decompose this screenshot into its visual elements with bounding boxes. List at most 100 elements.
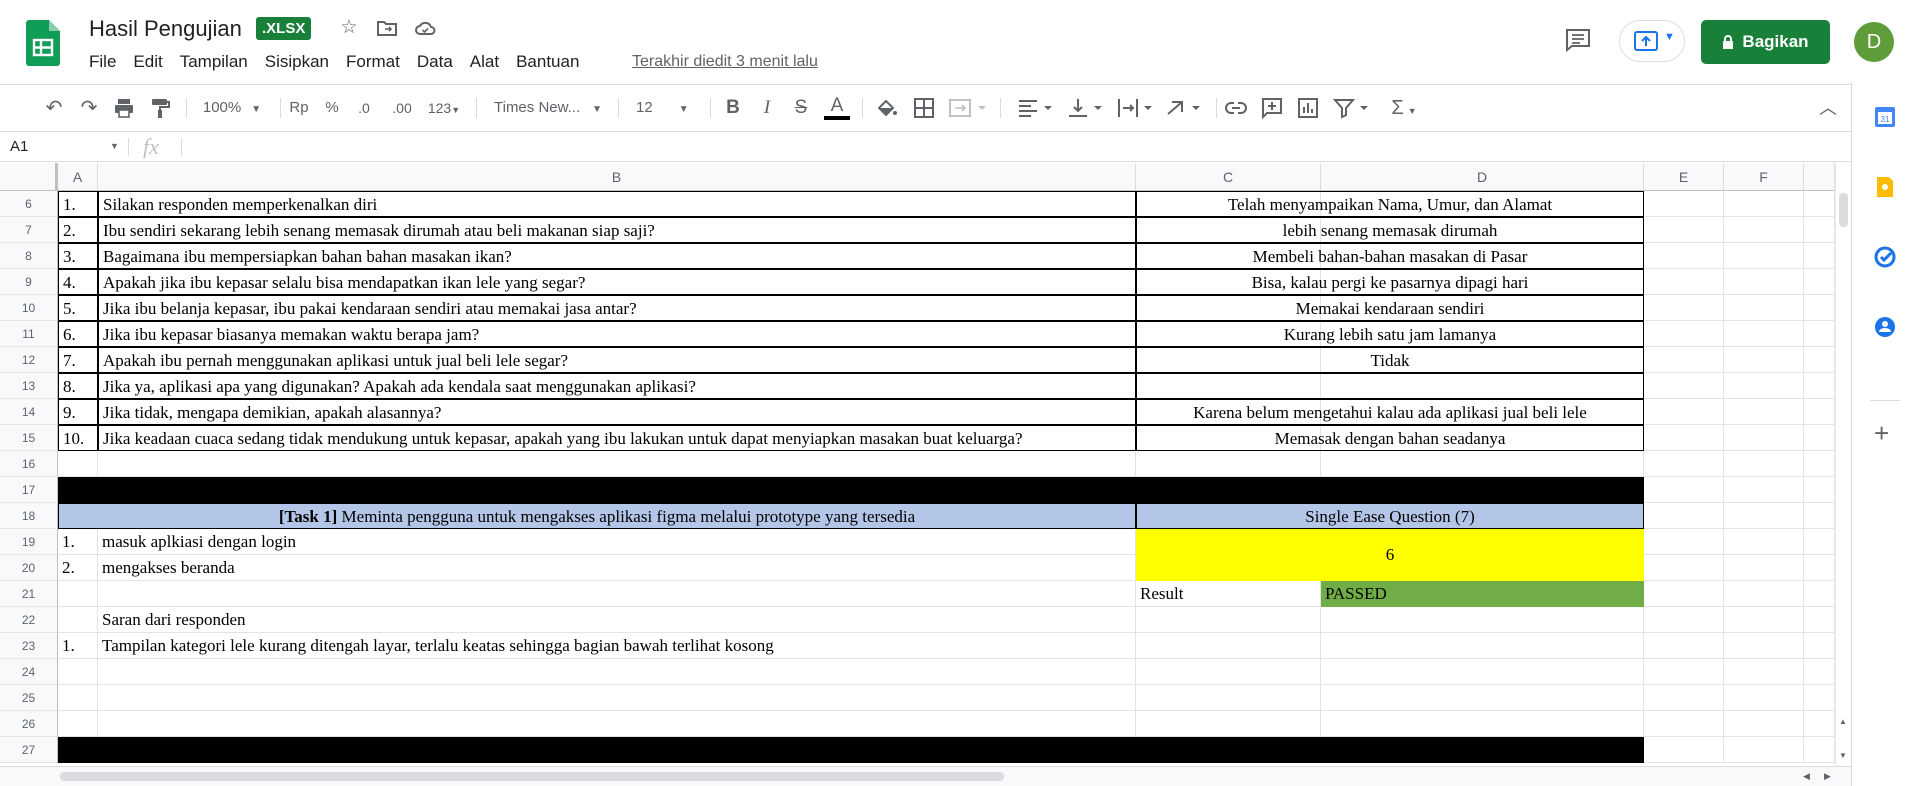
- menu-insert[interactable]: Sisipkan: [265, 52, 329, 72]
- row-header[interactable]: 19: [0, 529, 58, 555]
- font-size-select[interactable]: 12 ▼: [636, 96, 702, 120]
- tasks-icon[interactable]: [1874, 246, 1896, 268]
- row-header[interactable]: 25: [0, 685, 58, 711]
- row-header[interactable]: 13: [0, 373, 58, 399]
- text-color-button[interactable]: A: [824, 96, 850, 120]
- paint-format-icon[interactable]: [147, 96, 171, 120]
- sheets-logo-icon[interactable]: [26, 20, 60, 66]
- row-header[interactable]: 8: [0, 243, 58, 269]
- column-header-d[interactable]: D: [1321, 163, 1644, 191]
- menu-format[interactable]: Format: [346, 52, 400, 72]
- filter-icon[interactable]: [1332, 96, 1372, 120]
- horizontal-scroll-thumb[interactable]: [60, 772, 1004, 781]
- horizontal-align-icon[interactable]: [1016, 96, 1056, 120]
- question-number-cell[interactable]: 2.: [58, 217, 98, 243]
- answer-cell[interactable]: Bisa, kalau pergi ke pasarnya dipagi har…: [1136, 269, 1644, 295]
- row-header[interactable]: 27: [0, 737, 58, 763]
- column-header-c[interactable]: C: [1136, 163, 1321, 191]
- vertical-align-icon[interactable]: [1066, 96, 1106, 120]
- print-icon[interactable]: [112, 96, 136, 120]
- row-header[interactable]: 22: [0, 607, 58, 633]
- question-number-cell[interactable]: 8.: [58, 373, 98, 399]
- row-header[interactable]: 18: [0, 503, 58, 529]
- undo-icon[interactable]: ↶: [42, 96, 66, 120]
- font-family-select[interactable]: Times New... ▼: [494, 96, 608, 120]
- column-header-e[interactable]: E: [1644, 163, 1724, 191]
- text-rotation-icon[interactable]: [1164, 96, 1204, 120]
- more-formats-button[interactable]: 123▼: [424, 96, 464, 120]
- row-header[interactable]: 21: [0, 581, 58, 607]
- answer-cell[interactable]: Tidak: [1136, 347, 1644, 373]
- feedback-number-cell[interactable]: 1.: [58, 633, 98, 659]
- question-cell[interactable]: Ibu sendiri sekarang lebih senang memasa…: [98, 217, 1136, 243]
- question-number-cell[interactable]: 9.: [58, 399, 98, 425]
- share-button[interactable]: Bagikan: [1701, 20, 1830, 64]
- percent-format-button[interactable]: %: [322, 96, 342, 120]
- scroll-up-icon[interactable]: ▲: [1839, 717, 1847, 726]
- keep-notes-icon[interactable]: [1874, 176, 1896, 198]
- calendar-icon[interactable]: 31: [1874, 106, 1896, 128]
- row-header[interactable]: 12: [0, 347, 58, 373]
- redo-icon[interactable]: ↷: [77, 96, 101, 120]
- italic-button[interactable]: I: [756, 96, 778, 120]
- question-number-cell[interactable]: 5.: [58, 295, 98, 321]
- question-number-cell[interactable]: 1.: [58, 191, 98, 217]
- text-wrapping-icon[interactable]: [1116, 96, 1156, 120]
- row-header[interactable]: 9: [0, 269, 58, 295]
- vertical-scroll-thumb[interactable]: [1839, 193, 1848, 227]
- star-icon[interactable]: ☆: [337, 16, 361, 40]
- answer-cell[interactable]: Memasak dengan bahan seadanya: [1136, 425, 1644, 451]
- answer-cell[interactable]: Karena belum mengetahui kalau ada aplika…: [1136, 399, 1644, 425]
- row-header[interactable]: 20: [0, 555, 58, 581]
- question-cell[interactable]: Jika ya, aplikasi apa yang digunakan? Ap…: [98, 373, 1136, 399]
- insert-comment-icon[interactable]: [1260, 96, 1284, 120]
- seq-header-cell[interactable]: Single Ease Question (7): [1136, 503, 1644, 529]
- scroll-right-icon[interactable]: ▶: [1824, 771, 1831, 782]
- menu-help[interactable]: Bantuan: [516, 52, 579, 72]
- column-header-b[interactable]: B: [98, 163, 1136, 191]
- row-header[interactable]: 16: [0, 451, 58, 477]
- horizontal-scrollbar[interactable]: ◀ ▶: [0, 766, 1851, 786]
- insert-link-icon[interactable]: [1224, 96, 1248, 120]
- answer-cell[interactable]: Membeli bahan-bahan masakan di Pasar: [1136, 243, 1644, 269]
- question-cell[interactable]: Jika keadaan cuaca sedang tidak mendukun…: [98, 425, 1136, 451]
- seq-value-cell[interactable]: 6: [1136, 529, 1644, 581]
- answer-cell[interactable]: Kurang lebih satu jam lamanya: [1136, 321, 1644, 347]
- question-number-cell[interactable]: 10.: [58, 425, 98, 451]
- question-cell[interactable]: Apakah jika ibu kepasar selalu bisa mend…: [98, 269, 1136, 295]
- decrease-decimal-button[interactable]: .0: [352, 96, 376, 120]
- column-header-a[interactable]: A: [58, 163, 98, 191]
- menu-view[interactable]: Tampilan: [180, 52, 248, 72]
- menu-tools[interactable]: Alat: [470, 52, 499, 72]
- present-button[interactable]: ▼: [1619, 20, 1685, 62]
- move-folder-icon[interactable]: [375, 16, 399, 40]
- question-number-cell[interactable]: 3.: [58, 243, 98, 269]
- insert-chart-icon[interactable]: [1296, 96, 1320, 120]
- menu-file[interactable]: File: [89, 52, 116, 72]
- strikethrough-button[interactable]: S: [790, 96, 812, 120]
- row-header[interactable]: 10: [0, 295, 58, 321]
- menu-data[interactable]: Data: [417, 52, 453, 72]
- row-header[interactable]: 26: [0, 711, 58, 737]
- comment-history-icon[interactable]: [1564, 28, 1592, 52]
- increase-decimal-button[interactable]: .00: [388, 96, 416, 120]
- question-cell[interactable]: Jika ibu belanja kepasar, ibu pakai kend…: [98, 295, 1136, 321]
- question-cell[interactable]: Jika ibu kepasar biasanya memakan waktu …: [98, 321, 1136, 347]
- add-addon-icon[interactable]: +: [1874, 420, 1889, 446]
- bold-button[interactable]: B: [722, 96, 744, 120]
- question-cell[interactable]: Silakan responden memperkenalkan diri: [98, 191, 1136, 217]
- column-header-g[interactable]: [1804, 163, 1835, 191]
- borders-icon[interactable]: [912, 96, 936, 120]
- feedback-title-cell[interactable]: Saran dari responden: [98, 607, 1136, 633]
- last-edit-link[interactable]: Terakhir diedit 3 menit lalu: [632, 53, 818, 71]
- step-number-cell[interactable]: 1.: [58, 529, 98, 555]
- step-number-cell[interactable]: 2.: [58, 555, 98, 581]
- question-number-cell[interactable]: 4.: [58, 269, 98, 295]
- scroll-down-icon[interactable]: ▼: [1839, 751, 1847, 760]
- vertical-scrollbar[interactable]: ▲ ▼: [1835, 163, 1851, 766]
- question-cell[interactable]: Jika tidak, mengapa demikian, apakah ala…: [98, 399, 1136, 425]
- document-title[interactable]: Hasil Pengujian: [89, 16, 242, 42]
- row-header[interactable]: 6: [0, 191, 58, 217]
- answer-cell[interactable]: lebih senang memasak dirumah: [1136, 217, 1644, 243]
- row-header[interactable]: 11: [0, 321, 58, 347]
